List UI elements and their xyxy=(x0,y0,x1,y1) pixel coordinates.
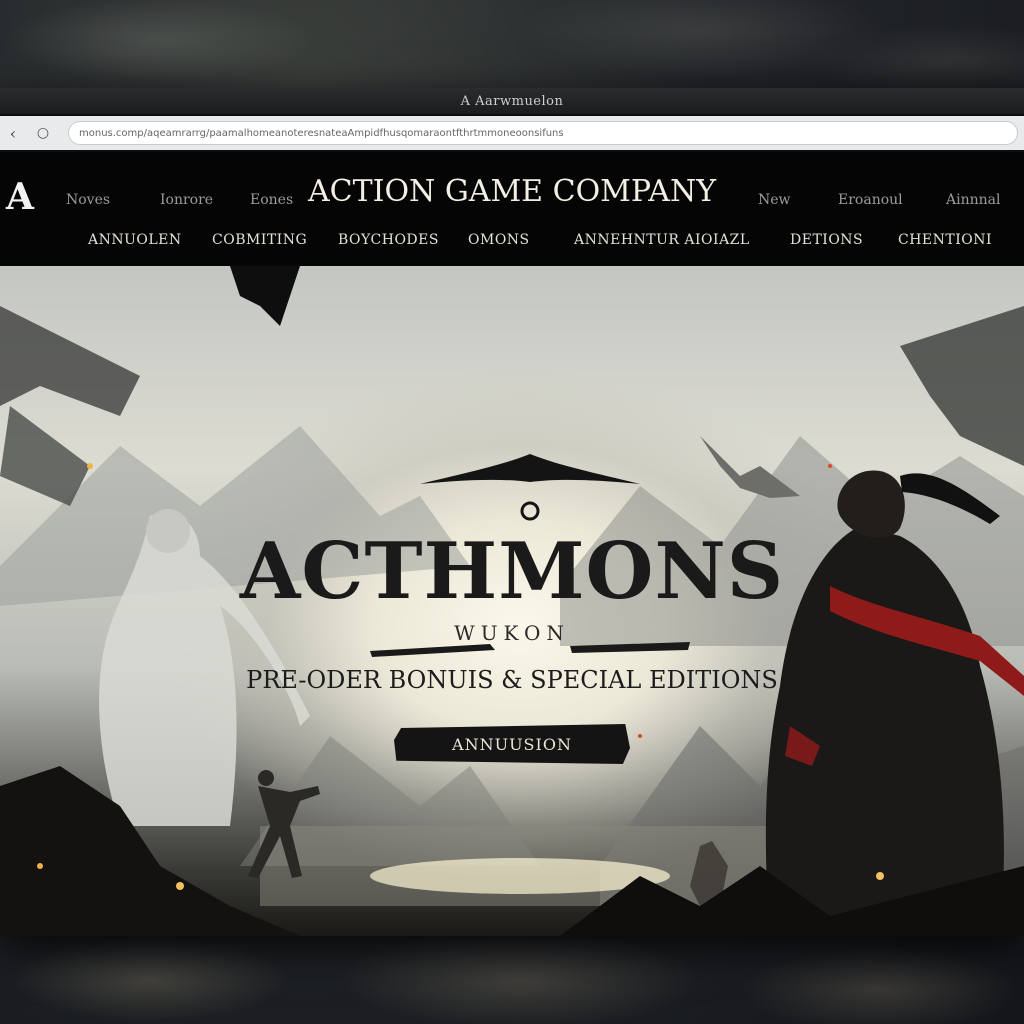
window-titlebar: A Aarwmuelon xyxy=(0,88,1024,114)
sub-nav-item[interactable]: ANNUOLEN xyxy=(88,232,182,248)
nav-link[interactable]: Eroanoul xyxy=(838,192,903,208)
url-input[interactable]: monus.comp/aqeamrarrg/paamalhomeanoteres… xyxy=(68,121,1018,145)
window-title: A Aarwmuelon xyxy=(460,93,564,109)
sub-nav-item[interactable]: OMONS xyxy=(468,232,530,248)
nav-link[interactable]: Noves xyxy=(66,192,110,208)
hero-banner: ACTHMONS WUKON PRE-ODER BONUIS & SPECIAL… xyxy=(0,266,1024,936)
backdrop-bottom xyxy=(0,940,1024,1024)
sub-nav-item[interactable]: CHENTIONI xyxy=(898,232,992,248)
nav-link[interactable]: New xyxy=(758,192,791,208)
cta-container: ANNUUSION xyxy=(0,724,1024,764)
url-text: monus.comp/aqeamrarrg/paamalhomeanoteres… xyxy=(79,127,564,139)
nav-link[interactable]: Eones xyxy=(250,192,293,208)
site-logo[interactable]: A xyxy=(6,176,34,218)
sub-nav-item[interactable]: BOYCHODES xyxy=(338,232,439,248)
browser-window: A Aarwmuelon ‹ ○ monus.comp/aqeamrarrg/p… xyxy=(0,88,1024,936)
chevron-left-icon[interactable]: ‹ xyxy=(2,122,24,144)
site-header: A Noves Ionrore Eones ACTION GAME COMPAN… xyxy=(0,152,1024,266)
nav-link[interactable]: Ainnnal xyxy=(946,192,1000,208)
address-bar: ‹ ○ monus.comp/aqeamrarrg/paamalhomeanot… xyxy=(0,116,1024,150)
backdrop-top xyxy=(0,0,1024,96)
sub-nav-item[interactable]: DETIONS xyxy=(790,232,863,248)
sub-nav-item[interactable]: ANNEHNTUR AIOIAZL xyxy=(574,232,750,248)
reload-icon[interactable]: ○ xyxy=(32,122,54,144)
sub-nav-item[interactable]: COBMITING xyxy=(212,232,307,248)
game-subtitle: WUKON xyxy=(454,621,570,645)
sub-navigation: ANNUOLEN COBMITING BOYCHODES OMONS ANNEH… xyxy=(0,232,1024,260)
nav-link[interactable]: Ionrore xyxy=(160,192,213,208)
cta-button[interactable]: ANNUUSION xyxy=(394,724,630,764)
hero-tagline: PRE-ODER BONUIS & SPECIAL EDITIONS xyxy=(246,666,778,694)
game-title: ACTHMONS xyxy=(239,526,785,617)
